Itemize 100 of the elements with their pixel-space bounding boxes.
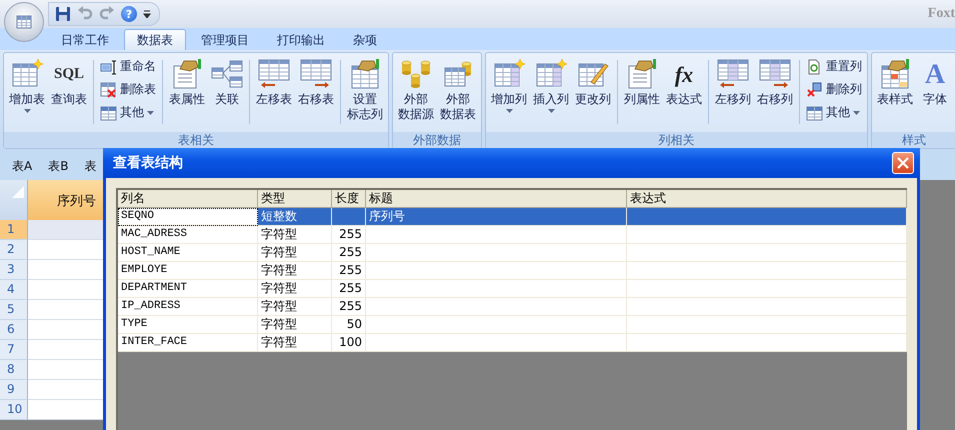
table-cell[interactable]: DEPARTMENT (118, 280, 258, 298)
ribbon-button[interactable]: 其他 (97, 103, 159, 122)
table-cell[interactable] (332, 208, 366, 226)
table-cell[interactable]: INTER_FACE (118, 334, 258, 352)
table-cell[interactable]: TYPE (118, 316, 258, 334)
ribbon-tab[interactable]: 日常工作 (48, 29, 122, 50)
table-cell[interactable]: MAC_ADRESS (118, 226, 258, 244)
table-cell[interactable]: 255 (332, 298, 366, 316)
ribbon-button[interactable]: 更改列 (572, 56, 614, 109)
table-cell[interactable]: 255 (332, 262, 366, 280)
ribbon-button[interactable]: 外部 数据源 (395, 56, 437, 124)
table-cell[interactable] (627, 226, 907, 244)
row-header[interactable]: 5 (0, 300, 28, 320)
corner-cell[interactable] (0, 180, 28, 222)
table-cell[interactable]: 序列号 (366, 208, 627, 226)
group-label: 样式 (872, 132, 955, 148)
column-header[interactable]: 列名 (118, 190, 258, 208)
table-right-arrow-icon (300, 58, 332, 90)
close-icon (897, 157, 909, 169)
table-cell[interactable]: EMPLOYE (118, 262, 258, 280)
row-header[interactable]: 7 (0, 340, 28, 360)
row-header[interactable]: 4 (0, 280, 28, 300)
ribbon-button[interactable]: 重置列 (803, 57, 865, 76)
ribbon-tab[interactable]: 打印输出 (264, 29, 338, 50)
close-button[interactable] (892, 152, 914, 174)
ribbon-tab[interactable]: 杂项 (340, 29, 390, 50)
ribbon-button[interactable]: 增加列 (488, 56, 530, 115)
group-label: 外部数据 (393, 132, 481, 148)
table-cell[interactable] (627, 244, 907, 262)
table-cell[interactable]: 字符型 (258, 298, 332, 316)
ribbon-button[interactable]: A 字体 (916, 56, 954, 109)
column-header[interactable]: 类型 (258, 190, 332, 208)
table-cell[interactable]: 字符型 (258, 334, 332, 352)
table-cell[interactable]: 短整数 (258, 208, 332, 226)
row-header[interactable]: 2 (0, 240, 28, 260)
sheet-tab[interactable]: 表B (40, 158, 76, 174)
ribbon-button[interactable]: 左移表 (253, 56, 295, 109)
row-header[interactable]: 9 (0, 380, 28, 400)
table-cell[interactable] (627, 280, 907, 298)
group-label: 表相关 (4, 132, 388, 148)
table-cell[interactable] (627, 262, 907, 280)
save-icon[interactable] (55, 6, 71, 22)
column-header[interactable]: 标题 (366, 190, 627, 208)
table-cell[interactable]: 255 (332, 226, 366, 244)
table-cell[interactable] (366, 280, 627, 298)
column-header[interactable]: 表达式 (627, 190, 907, 208)
table-cell[interactable]: 字符型 (258, 244, 332, 262)
table-cell[interactable] (627, 298, 907, 316)
ribbon-button[interactable]: 关联 (208, 56, 246, 109)
ribbon-button[interactable]: fx 表达式 (663, 56, 705, 109)
ribbon-button[interactable]: 列属性 (621, 56, 663, 109)
ribbon-button[interactable]: 右移表 (295, 56, 337, 109)
table-cell[interactable] (366, 316, 627, 334)
table-cell[interactable]: IP_ADRESS (118, 298, 258, 316)
row-header[interactable]: 1 (0, 220, 28, 240)
table-cell[interactable]: SEQNO (118, 208, 258, 226)
ribbon-button[interactable]: 重命名 (97, 57, 159, 76)
ribbon-button[interactable]: 增加表 (6, 56, 48, 115)
column-left-arrow-icon (717, 58, 749, 90)
row-header[interactable]: 6 (0, 320, 28, 340)
row-header[interactable]: 10 (0, 400, 28, 420)
ribbon-button[interactable]: 插入列 (530, 56, 572, 115)
ribbon-button[interactable]: 表属性 (166, 56, 208, 109)
table-cell[interactable] (366, 226, 627, 244)
table-cell[interactable]: HOST_NAME (118, 244, 258, 262)
table-cell[interactable]: 50 (332, 316, 366, 334)
sheet-tab[interactable]: 表 (76, 158, 104, 174)
table-cell[interactable] (366, 262, 627, 280)
table-cell[interactable] (627, 316, 907, 334)
ribbon-button[interactable]: 表样式 (874, 56, 916, 109)
ribbon-button[interactable]: 删除表 (97, 80, 159, 99)
row-header[interactable]: 3 (0, 260, 28, 280)
ribbon-button[interactable]: 外部 数据表 (437, 56, 479, 124)
table-cell[interactable]: 字符型 (258, 262, 332, 280)
table-cell[interactable] (366, 334, 627, 352)
column-header[interactable]: 长度 (332, 190, 366, 208)
row-header[interactable]: 8 (0, 360, 28, 380)
ribbon-button[interactable]: 左移列 (712, 56, 754, 109)
table-cell[interactable]: 字符型 (258, 226, 332, 244)
table-cell[interactable] (627, 334, 907, 352)
table-cell[interactable]: 字符型 (258, 280, 332, 298)
sql-icon: SQL (53, 58, 85, 90)
ribbon-tab[interactable]: 管理项目 (188, 29, 262, 50)
table-cell[interactable]: 255 (332, 280, 366, 298)
table-cell[interactable]: 字符型 (258, 316, 332, 334)
ribbon-button[interactable]: 右移列 (754, 56, 796, 109)
customize-caret-icon[interactable] (143, 10, 151, 18)
ribbon-button[interactable]: 删除列 (803, 80, 865, 99)
table-cell[interactable]: 255 (332, 244, 366, 262)
group-label: 列相关 (486, 132, 867, 148)
ribbon-tab[interactable]: 数据表 (124, 29, 186, 50)
ribbon-button[interactable]: 设置 标志列 (344, 56, 386, 124)
ribbon-button[interactable]: SQL 查询表 (48, 56, 90, 109)
ribbon-button[interactable]: 其他 (803, 103, 865, 122)
font-icon: A (919, 58, 951, 90)
table-cell[interactable] (366, 298, 627, 316)
table-cell[interactable] (366, 244, 627, 262)
sheet-tab[interactable]: 表A (4, 158, 40, 174)
table-cell[interactable] (627, 208, 907, 226)
table-cell[interactable]: 100 (332, 334, 366, 352)
